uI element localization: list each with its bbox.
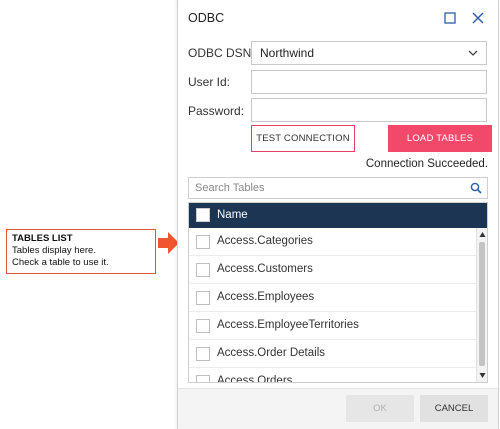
dialog-footer: OK CANCEL <box>178 388 498 429</box>
userid-field-wrap <box>251 70 487 94</box>
row-checkbox[interactable] <box>196 263 210 277</box>
search-icon[interactable] <box>470 182 482 194</box>
chevron-down-icon <box>468 50 478 56</box>
table-row[interactable]: Access.Orders <box>189 368 477 383</box>
scroll-down-icon[interactable] <box>479 372 486 379</box>
maximize-icon[interactable] <box>444 12 456 24</box>
connection-status: Connection Succeeded. <box>365 158 488 170</box>
row-name: Access.Customers <box>217 263 313 275</box>
search-tables-input[interactable] <box>189 178 459 198</box>
callout-title: TABLES LIST <box>12 233 73 244</box>
cancel-button[interactable]: CANCEL <box>420 395 488 422</box>
table-row[interactable]: Access.Employees <box>189 284 477 312</box>
test-connection-button[interactable]: TEST CONNECTION <box>251 125 355 152</box>
dsn-selected-value: Northwind <box>260 46 315 60</box>
row-name: Access.Categories <box>217 235 313 247</box>
table-row[interactable]: Access.Order Details <box>189 340 477 368</box>
ok-button[interactable]: OK <box>346 395 414 422</box>
table-row[interactable]: Access.Customers <box>189 256 477 284</box>
title-bar: ODBC <box>178 0 498 36</box>
row-checkbox[interactable] <box>196 235 210 249</box>
row-checkbox[interactable] <box>196 347 210 361</box>
table-rows: Access.Categories Access.Customers Acces… <box>189 228 477 383</box>
table-row[interactable]: Access.Categories <box>189 228 477 256</box>
table-row[interactable]: Access.EmployeeTerritories <box>189 312 477 340</box>
callout-line2: Check a table to use it. <box>12 257 109 268</box>
row-name: Access.EmployeeTerritories <box>217 319 359 331</box>
row-checkbox[interactable] <box>196 319 210 333</box>
tables-list-callout: TABLES LIST Tables display here. Check a… <box>6 229 156 274</box>
password-input[interactable] <box>252 99 486 121</box>
row-name: Access.Orders <box>217 375 293 383</box>
select-all-checkbox[interactable] <box>196 208 210 222</box>
row-checkbox[interactable] <box>196 375 210 382</box>
dsn-select[interactable]: Northwind <box>251 41 487 65</box>
column-header-name: Name <box>217 209 248 221</box>
row-checkbox[interactable] <box>196 291 210 305</box>
row-name: Access.Employees <box>217 291 315 303</box>
userid-label: User Id: <box>188 75 231 89</box>
row-name: Access.Order Details <box>217 347 326 359</box>
callout-line1: Tables display here. <box>12 245 96 256</box>
password-label: Password: <box>188 104 245 118</box>
odbc-dialog: ODBC ODBC DSN: Northwind User Id: Passwo… <box>177 0 499 429</box>
dsn-label: ODBC DSN: <box>188 46 255 60</box>
search-box <box>188 177 488 199</box>
userid-input[interactable] <box>252 71 486 93</box>
table-header: Name <box>189 203 487 228</box>
password-field-wrap <box>251 98 487 122</box>
close-icon[interactable] <box>471 11 485 25</box>
scroll-up-icon[interactable] <box>479 231 486 238</box>
vertical-scrollbar[interactable] <box>476 228 487 382</box>
dialog-title: ODBC <box>188 11 225 25</box>
tables-list: Name Access.Categories Access.Customers … <box>188 202 488 383</box>
scrollbar-thumb[interactable] <box>479 242 485 366</box>
load-tables-button[interactable]: LOAD TABLES <box>388 125 492 152</box>
